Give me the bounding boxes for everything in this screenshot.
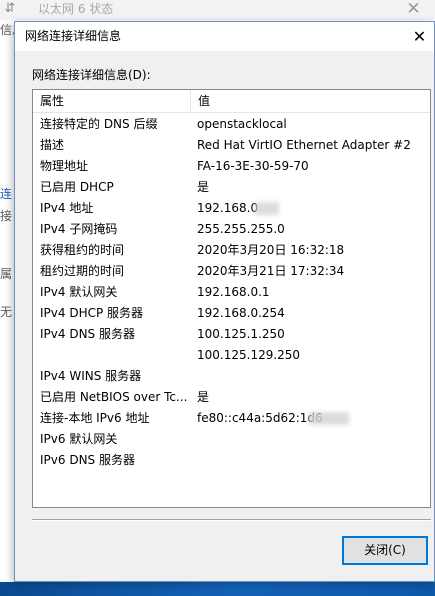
- taskbar: [0, 582, 435, 596]
- row-property: IPv4 地址: [40, 201, 94, 215]
- list-row[interactable]: IPv4 默认网关 192.168.0.1: [33, 282, 430, 303]
- row-value: [197, 450, 425, 471]
- list-row[interactable]: 连接-本地 IPv6 地址 fe80::c44a:5d62:1d6: [33, 408, 430, 429]
- row-value: 100.125.129.250: [197, 348, 301, 362]
- close-icon[interactable]: ✕: [405, 22, 434, 51]
- row-value: [197, 429, 425, 450]
- row-property: 物理地址: [40, 159, 89, 173]
- row-property: IPv4 DNS 服务器: [40, 327, 135, 341]
- list-row[interactable]: 连接特定的 DNS 后缀 openstacklocal: [33, 114, 430, 135]
- row-property: IPv6 默认网关: [40, 432, 118, 446]
- list-row[interactable]: 100.125.129.250: [33, 345, 430, 366]
- redaction-blur: [309, 412, 349, 425]
- row-value: Red Hat VirtIO Ethernet Adapter #2: [197, 138, 411, 152]
- row-value: FA-16-3E-30-59-70: [197, 159, 309, 173]
- row-property: 描述: [40, 138, 65, 152]
- row-property: 租约过期的时间: [40, 264, 125, 278]
- row-value: 192.168.0.254: [197, 306, 285, 320]
- list-row[interactable]: 描述 Red Hat VirtIO Ethernet Adapter #2: [33, 135, 430, 156]
- row-property: IPv4 DHCP 服务器: [40, 306, 144, 320]
- list-row[interactable]: 已启用 NetBIOS over Tc... 是: [33, 387, 430, 408]
- list-row[interactable]: IPv6 默认网关: [33, 429, 430, 450]
- row-property: [40, 345, 190, 366]
- row-property: IPv4 默认网关: [40, 285, 118, 299]
- row-property: 已启用 DHCP: [40, 180, 114, 194]
- list-row[interactable]: 已启用 DHCP 是: [33, 177, 430, 198]
- list-header: 属性 值: [33, 90, 430, 113]
- row-property: 连接-本地 IPv6 地址: [40, 411, 150, 425]
- list-row[interactable]: 获得租约的时间 2020年3月20日 16:32:18: [33, 240, 430, 261]
- details-list-label: 网络连接详细信息(D):: [32, 68, 151, 82]
- background-text-fragment: 无: [0, 305, 13, 319]
- row-value: 2020年3月20日 16:32:18: [197, 243, 345, 257]
- list-row[interactable]: IPv6 DNS 服务器: [33, 450, 430, 471]
- redaction-blur: [255, 202, 279, 215]
- details-list[interactable]: 属性 值 连接特定的 DNS 后缀 openstacklocal 描述 Red …: [32, 89, 431, 508]
- background-titlebar: ⇵ 以太网 6 状态 ✕: [0, 0, 435, 20]
- row-value: 100.125.1.250: [197, 327, 285, 341]
- list-row[interactable]: IPv4 DNS 服务器 100.125.1.250: [33, 324, 430, 345]
- background-text-fragment: 信息: [0, 23, 14, 37]
- divider: [32, 519, 431, 521]
- background-text-fragment: 属: [0, 267, 13, 281]
- row-value: 2020年3月21日 17:32:34: [197, 264, 345, 278]
- row-property: 连接特定的 DNS 后缀: [40, 117, 158, 131]
- row-value: [197, 366, 425, 387]
- row-property: 获得租约的时间: [40, 243, 125, 257]
- list-row[interactable]: IPv4 DHCP 服务器 192.168.0.254: [33, 303, 430, 324]
- row-value: 是: [197, 180, 210, 194]
- background-window-title: 以太网 6 状态: [38, 2, 114, 16]
- background-text-fragment: 接: [0, 209, 13, 223]
- dialog-title: 网络连接详细信息: [25, 29, 122, 43]
- close-button[interactable]: 关闭(C): [342, 536, 428, 565]
- row-property: IPv4 子网掩码: [40, 222, 118, 236]
- row-property: 已启用 NetBIOS over Tc...: [40, 390, 188, 404]
- list-row[interactable]: 物理地址 FA-16-3E-30-59-70: [33, 156, 430, 177]
- network-adapter-icon: ⇵: [4, 1, 16, 16]
- row-value: 192.168.0.1: [197, 285, 270, 299]
- network-details-dialog: 网络连接详细信息 ✕ 网络连接详细信息(D): 属性 值 连接特定的 DNS 后…: [14, 21, 435, 582]
- column-header-property[interactable]: 属性: [33, 90, 190, 112]
- background-close-icon[interactable]: ✕: [392, 0, 435, 20]
- row-value: 是: [197, 390, 210, 404]
- list-row[interactable]: IPv4 WINS 服务器: [33, 366, 430, 387]
- row-property: IPv6 DNS 服务器: [40, 453, 135, 467]
- dialog-titlebar[interactable]: 网络连接详细信息 ✕: [15, 22, 434, 51]
- list-row[interactable]: IPv4 子网掩码 255.255.255.0: [33, 219, 430, 240]
- list-row[interactable]: IPv4 地址 192.168.0: [33, 198, 430, 219]
- background-text-fragment: 连: [0, 187, 13, 201]
- row-property: IPv4 WINS 服务器: [40, 369, 142, 383]
- list-rows: 连接特定的 DNS 后缀 openstacklocal 描述 Red Hat V…: [33, 114, 430, 471]
- list-row[interactable]: 租约过期的时间 2020年3月21日 17:32:34: [33, 261, 430, 282]
- row-value: 192.168.0: [197, 201, 259, 215]
- row-value: openstacklocal: [197, 117, 287, 131]
- column-header-value[interactable]: 值: [190, 90, 430, 112]
- row-value: 255.255.255.0: [197, 222, 285, 236]
